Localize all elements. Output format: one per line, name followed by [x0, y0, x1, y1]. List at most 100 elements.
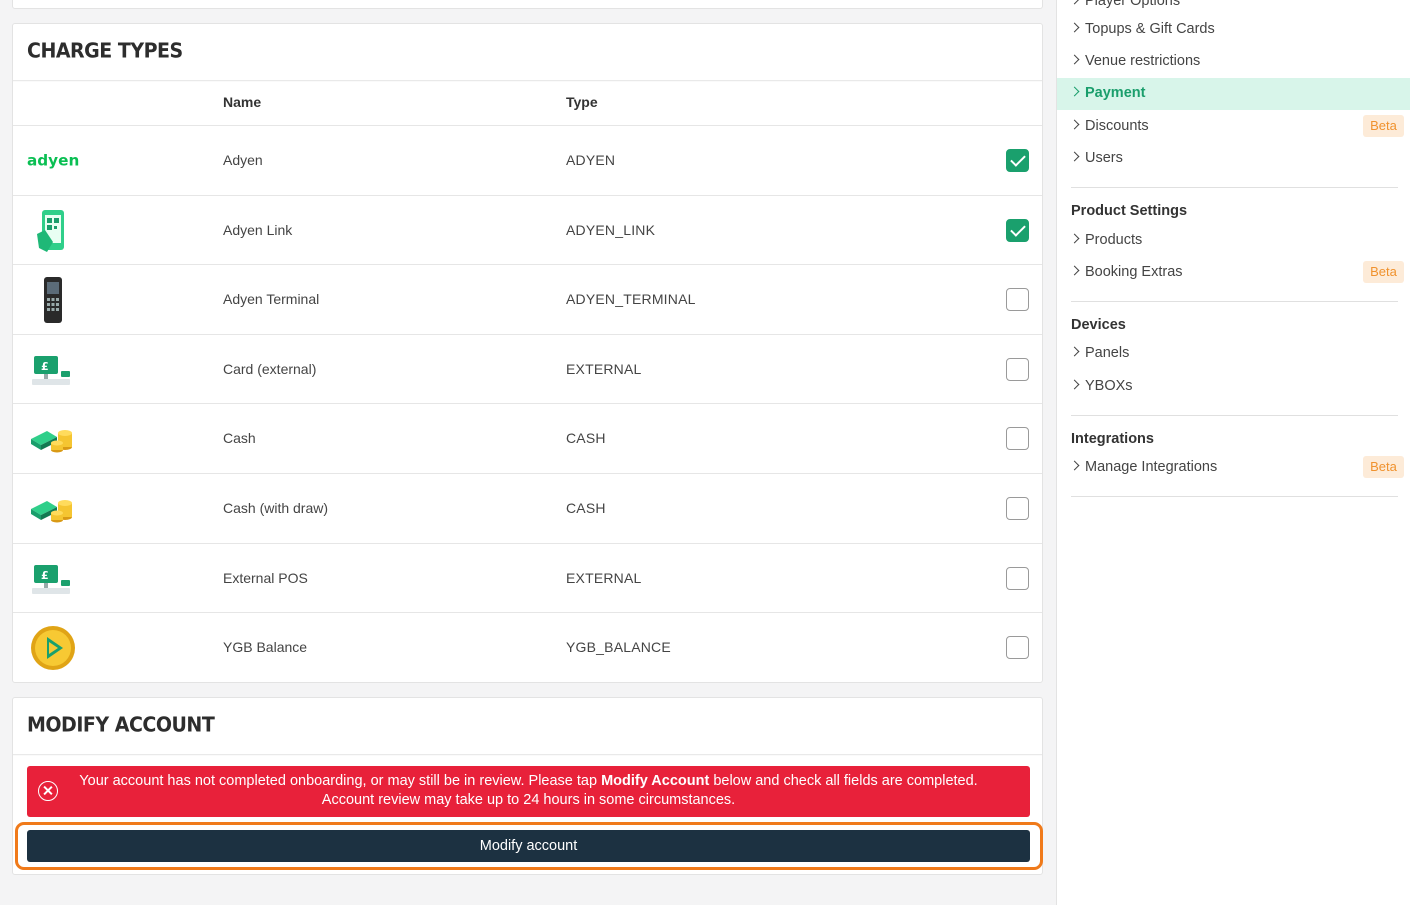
table-row: YGB Balance YGB_BALANCE [13, 613, 1042, 683]
charge-type-name: Adyen [223, 152, 263, 168]
sidebar-item-label: YBOXs [1085, 378, 1133, 394]
charge-type-type: EXTERNAL [566, 360, 642, 377]
sidebar-item-label: Topups & Gift Cards [1085, 21, 1215, 37]
card-terminal-icon [27, 275, 79, 325]
previous-card [12, 0, 1043, 9]
chevron-right-icon [1069, 233, 1080, 244]
charge-types-title: CHARGE TYPES [13, 22, 1042, 82]
chevron-right-icon [1069, 0, 1080, 5]
sidebar-item-label: Panels [1085, 345, 1130, 361]
sidebar-divider [1071, 415, 1398, 416]
table-row: £ External POS EXTERNAL [13, 544, 1042, 614]
onboarding-alert: Your account has not completed onboardin… [27, 766, 1030, 817]
alert-text-bold: Modify Account [601, 773, 710, 789]
chevron-right-icon [1069, 346, 1080, 357]
chevron-right-icon [1069, 54, 1080, 65]
enable-checkbox[interactable] [1006, 636, 1029, 660]
pos-screen-icon: £ [27, 345, 79, 395]
sidebar-item-yboxs[interactable]: YBOXs [1057, 371, 1410, 403]
enable-checkbox[interactable] [1006, 427, 1029, 451]
charge-type-type: YGB_BALANCE [566, 639, 671, 656]
sidebar-item-label: Venue restrictions [1085, 53, 1201, 69]
settings-sidebar: Player Options Topups & Gift Cards Venue… [1056, 0, 1410, 905]
modify-account-card: MODIFY ACCOUNT Your account has not comp… [12, 697, 1043, 875]
charge-type-name: Adyen Link [223, 221, 293, 238]
svg-text:£: £ [41, 360, 49, 373]
error-circle-icon [38, 781, 58, 801]
enable-checkbox[interactable] [1006, 218, 1029, 242]
sidebar-item-discounts[interactable]: Discounts Beta [1057, 111, 1410, 143]
chevron-right-icon [1069, 460, 1080, 471]
table-row: adyen Adyen ADYEN [13, 126, 1042, 196]
enable-checkbox[interactable] [1006, 357, 1029, 381]
charge-type-type: EXTERNAL [566, 569, 642, 586]
sidebar-item-venue-restrictions[interactable]: Venue restrictions [1057, 46, 1410, 78]
section-heading-devices: Devices [1071, 317, 1126, 333]
modify-account-button[interactable]: Modify account [27, 830, 1030, 862]
chevron-right-icon [1069, 265, 1080, 276]
svg-text:£: £ [41, 569, 49, 582]
sidebar-item-payment[interactable]: Payment [1057, 78, 1410, 110]
charge-type-type: ADYEN_TERMINAL [566, 291, 696, 308]
alert-text: below and check all fields are completed… [709, 773, 978, 789]
charge-type-name: YGB Balance [223, 639, 308, 656]
sidebar-item-topups[interactable]: Topups & Gift Cards [1057, 14, 1410, 46]
chevron-right-icon [1069, 119, 1080, 130]
charge-type-name: Cash (with draw) [223, 499, 329, 516]
charge-type-type: ADYEN [566, 152, 616, 168]
sidebar-item-label: Player Options [1085, 0, 1181, 9]
beta-badge: Beta [1363, 115, 1404, 137]
charge-type-type: ADYEN_LINK [566, 221, 656, 238]
adyen-logo-icon: adyen [27, 136, 79, 186]
table-row: £ Card (external) EXTERNAL [13, 335, 1042, 405]
sidebar-item-panels[interactable]: Panels [1057, 338, 1410, 370]
chevron-right-icon [1069, 22, 1080, 33]
sidebar-divider [1071, 187, 1398, 188]
sidebar-item-label: Booking Extras [1085, 264, 1183, 280]
charge-type-name: External POS [223, 569, 308, 586]
charge-type-type: CASH [566, 499, 606, 516]
svg-text:adyen: adyen [27, 151, 79, 169]
cash-coins-icon [27, 484, 79, 534]
qr-phone-icon [27, 206, 79, 256]
modify-account-title: MODIFY ACCOUNT [13, 696, 1042, 756]
sidebar-divider [1071, 301, 1398, 302]
section-heading-product-settings: Product Settings [1071, 203, 1188, 219]
enable-checkbox[interactable] [1006, 288, 1029, 312]
charge-type-name: Adyen Terminal [223, 291, 320, 308]
alert-line-2: Account review may take up to 24 hours i… [321, 792, 736, 808]
table-header: Name Type [13, 79, 1042, 126]
charge-type-type: CASH [566, 430, 606, 447]
sidebar-item-manage-integrations[interactable]: Manage Integrations Beta [1057, 452, 1410, 484]
sidebar-item-users[interactable]: Users [1057, 143, 1410, 175]
sidebar-item-label: Products [1085, 232, 1143, 248]
cash-coins-icon [27, 414, 79, 464]
table-row: Cash (with draw) CASH [13, 474, 1042, 544]
enable-checkbox[interactable] [1006, 566, 1029, 590]
alert-text: Your account has not completed onboardin… [79, 773, 602, 789]
table-row: Adyen Link ADYEN_LINK [13, 196, 1042, 266]
section-heading-integrations: Integrations [1071, 431, 1154, 447]
chevron-right-icon [1069, 86, 1080, 97]
beta-badge: Beta [1363, 456, 1404, 478]
table-row: Cash CASH [13, 404, 1042, 474]
sidebar-item-products[interactable]: Products [1057, 225, 1410, 257]
charge-types-card: CHARGE TYPES Name Type adyen Adyen ADYEN [12, 23, 1043, 683]
chevron-right-icon [1069, 151, 1080, 162]
enable-checkbox[interactable] [1006, 149, 1029, 172]
alert-line-1: Your account has not completed onboardin… [27, 772, 1030, 791]
sidebar-item-booking-extras[interactable]: Booking Extras Beta [1057, 257, 1410, 289]
beta-badge: Beta [1363, 261, 1404, 283]
main-content: CHARGE TYPES Name Type adyen Adyen ADYEN [0, 0, 1056, 905]
sidebar-item-label: Users [1085, 150, 1123, 166]
charge-type-name: Card (external) [223, 360, 317, 377]
ygb-coin-icon [27, 623, 79, 673]
sidebar-divider [1071, 496, 1398, 497]
sidebar-item-label: Payment [1085, 85, 1146, 101]
sidebar-item-label: Discounts [1085, 118, 1149, 134]
enable-checkbox[interactable] [1006, 496, 1029, 520]
column-header-type: Type [566, 94, 598, 110]
chevron-right-icon [1069, 379, 1080, 390]
column-header-name: Name [223, 94, 262, 110]
sidebar-item-label: Manage Integrations [1085, 459, 1218, 475]
